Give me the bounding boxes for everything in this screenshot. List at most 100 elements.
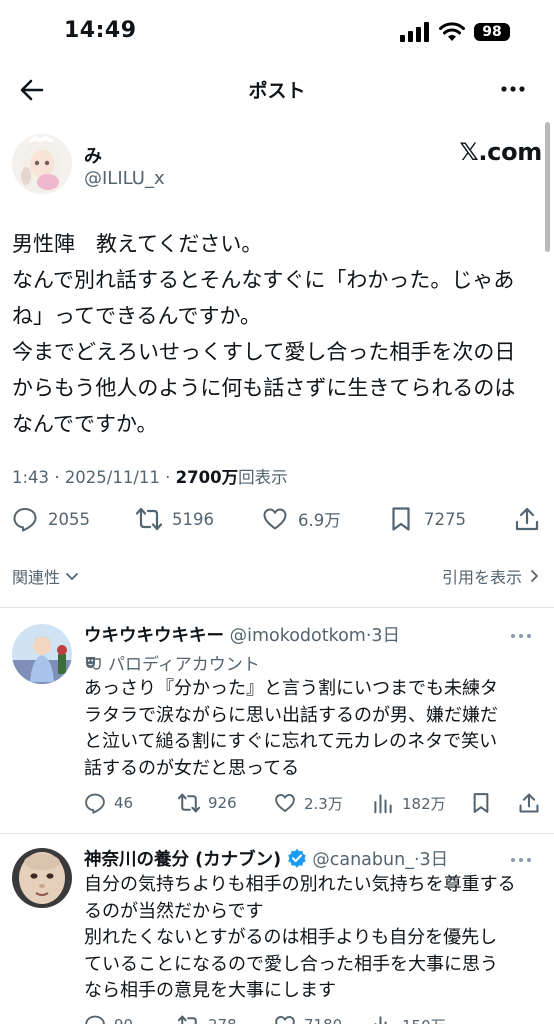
sort-label: 関連性 xyxy=(12,568,61,587)
analytics-icon xyxy=(374,1016,387,1024)
heart-icon xyxy=(275,794,295,812)
post-text-line: からもう他人のように何も話さずに生きてられるのは xyxy=(12,376,516,400)
post-text-line: なんでですか。 xyxy=(12,412,158,436)
reply-author-name[interactable]: ウキウキウキキー xyxy=(84,626,224,646)
reply-reply-button[interactable]: 90 xyxy=(84,1014,133,1024)
repost-icon xyxy=(178,1015,197,1024)
reply-views-count: 182万 xyxy=(402,794,446,813)
reply-text-line: 話するのが女だと思ってる xyxy=(84,757,300,779)
reply-text-line: るのが当然だからです xyxy=(84,900,264,922)
reply-filter-row: 関連性 引用を表示 xyxy=(12,564,542,590)
nav-bar: ポスト xyxy=(0,66,554,112)
like-button[interactable]: 6.9万 xyxy=(262,506,341,532)
sort-dropdown[interactable]: 関連性 xyxy=(12,564,80,588)
author-name[interactable]: み xyxy=(84,142,102,168)
repost-count: 5196 xyxy=(172,509,214,529)
author-handle[interactable]: @ILILU_x xyxy=(84,168,165,189)
reply-like-count: 2.3万 xyxy=(304,794,343,813)
reply-text-line: と泣いて縋る割にすぐに忘れて元カレのネタで笑い xyxy=(84,731,498,752)
reply-share-button[interactable] xyxy=(518,792,540,814)
reply-text-line: 別れたくないとすがるのは相手よりも自分を優先し xyxy=(84,927,498,948)
reply-author-handle[interactable]: @imokodotkom xyxy=(230,626,366,646)
heart-icon xyxy=(275,1016,295,1024)
verified-badge-icon xyxy=(287,849,306,868)
reply-reply-count: 90 xyxy=(114,1016,133,1024)
theater-mask-icon xyxy=(86,656,101,670)
post-time[interactable]: 1:43 xyxy=(12,468,49,487)
bookmark-count: 7275 xyxy=(424,509,466,529)
reply-reply-count: 46 xyxy=(114,794,134,812)
view-quotes-label: 引用を表示 xyxy=(441,568,522,587)
reply-icon xyxy=(85,1015,105,1024)
wifi-icon xyxy=(439,22,465,41)
reply-text-line: ていることになるので愛し合った相手を大事に思う xyxy=(84,953,498,975)
chevron-down-icon xyxy=(66,573,78,580)
source-label: 𝕏.com xyxy=(459,138,542,166)
reply-count: 2055 xyxy=(48,509,90,529)
post-text-line: 今までどえろいせっくすして愛し合った相手を次の日 xyxy=(12,340,516,364)
views-label: 回表示 xyxy=(238,468,288,487)
reply-author-name[interactable]: 神奈川の養分 (カナブン) xyxy=(84,850,281,870)
reply-item[interactable]: 神奈川の養分 (カナブン) @canabun_·3日 自分の気持ちよりも相手の別… xyxy=(0,834,554,1024)
reply-actions: 46 926 2.3万 182万 xyxy=(84,792,544,816)
reply-text-line: あっさり『分かった』と言う割にいつまでも未練タ xyxy=(84,678,498,699)
reply-avatar[interactable] xyxy=(12,624,72,684)
reply-more-icon[interactable] xyxy=(510,628,532,644)
reply-repost-button[interactable]: 926 xyxy=(178,792,237,814)
reply-item[interactable]: ウキウキウキキー @imokodotkom·3日 パロディアカウント あっさり『… xyxy=(0,608,554,833)
share-icon xyxy=(515,507,539,531)
page-title: ポスト xyxy=(248,80,306,102)
author-avatar[interactable] xyxy=(12,134,72,194)
post-date[interactable]: 2025/11/11 xyxy=(65,468,160,487)
reply-bookmark-button[interactable] xyxy=(470,792,492,814)
reply-avatar[interactable] xyxy=(12,848,72,908)
reply-repost-count: 278 xyxy=(208,1016,237,1024)
reply-repost-button[interactable]: 278 xyxy=(178,1014,237,1024)
post-text: 男性陣 教えてください。 なんで別れ話するとそんなすぐに「わかった。じゃあ ね」… xyxy=(12,226,542,442)
reply-text-line: なら相手の意見を大事にします xyxy=(84,980,336,1001)
view-quotes-link[interactable]: 引用を表示 xyxy=(442,564,542,588)
reply-header: 神奈川の養分 (カナブン) @canabun_·3日 xyxy=(84,846,448,871)
reply-header: ウキウキウキキー @imokodotkom·3日 xyxy=(84,622,400,647)
parody-badge: パロディアカウント xyxy=(84,650,260,675)
repost-button[interactable]: 5196 xyxy=(136,506,214,532)
reply-views-count: 150万 xyxy=(402,1015,446,1024)
reply-like-button[interactable]: 2.3万 xyxy=(274,792,343,814)
battery-indicator: 98 xyxy=(474,23,510,41)
cellular-signal-icon xyxy=(400,22,429,42)
reply-like-count: 7180 xyxy=(304,1016,342,1024)
reply-actions: 90 278 7180 150万 xyxy=(84,1014,544,1024)
scrollbar[interactable] xyxy=(545,122,550,252)
repost-icon xyxy=(136,507,162,531)
reply-reply-button[interactable]: 46 xyxy=(84,792,133,814)
share-icon xyxy=(519,793,539,813)
reply-text-line: 自分の気持ちよりも相手の別れたい気持ちを尊重する xyxy=(84,874,516,895)
heart-icon xyxy=(263,508,287,530)
reply-repost-count: 926 xyxy=(208,794,237,812)
reply-views-button[interactable]: 182万 xyxy=(372,792,446,814)
post-author: み @ILILU_x 𝕏.com xyxy=(12,130,542,198)
status-time: 14:49 xyxy=(64,18,137,43)
post-metadata: 1:43 · 2025/11/11 · 2700万回表示 xyxy=(12,464,288,488)
analytics-icon xyxy=(374,794,392,814)
reply-like-button[interactable]: 7180 xyxy=(274,1014,342,1024)
post-text-line: ね」ってできるんですか。 xyxy=(12,304,262,328)
reply-views-button[interactable]: 150万 xyxy=(372,1014,446,1024)
post-actions: 2055 5196 6.9万 7275 xyxy=(12,506,542,538)
reply-button[interactable]: 2055 xyxy=(12,506,90,532)
reply-more-icon[interactable] xyxy=(510,852,532,868)
bookmark-button[interactable]: 7275 xyxy=(388,506,466,532)
reply-text: あっさり『分かった』と言う割にいつまでも未練タ ラタラで涙ながらに思い出話するの… xyxy=(84,676,544,782)
bookmark-icon xyxy=(473,793,489,813)
bookmark-icon xyxy=(392,507,410,531)
reply-age: ·3日 xyxy=(365,626,401,646)
more-options-icon[interactable] xyxy=(500,78,526,100)
meta-separator: · xyxy=(165,468,171,487)
meta-separator: · xyxy=(54,468,60,487)
share-button[interactable] xyxy=(514,506,540,532)
repost-icon xyxy=(178,793,200,813)
reply-author-handle[interactable]: @canabun_ xyxy=(312,850,414,870)
views-count: 2700万 xyxy=(175,468,239,487)
post-text-line: 男性陣 教えてください。 xyxy=(12,232,263,256)
reply-text: 自分の気持ちよりも相手の別れたい気持ちを尊重する るのが当然だからです 別れたく… xyxy=(84,872,544,1005)
